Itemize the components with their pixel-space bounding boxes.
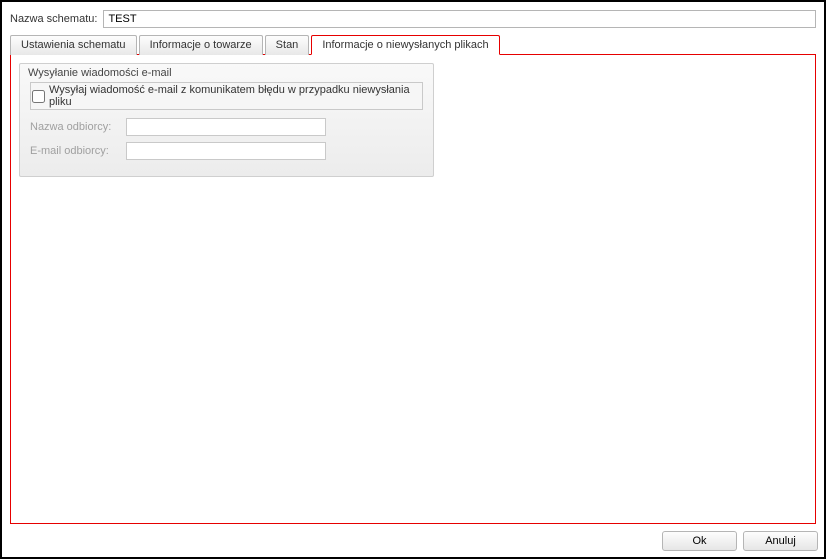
schema-name-row: Nazwa schematu: <box>10 10 816 28</box>
tabs: Ustawienia schematu Informacje o towarze… <box>10 34 816 54</box>
tab-product-info[interactable]: Informacje o towarze <box>139 35 263 55</box>
tab-status[interactable]: Stan <box>265 35 310 55</box>
send-error-email-row: Wysyłaj wiadomość e-mail z komunikatem b… <box>30 82 423 110</box>
send-error-email-label: Wysyłaj wiadomość e-mail z komunikatem b… <box>49 84 419 108</box>
tab-schema-settings[interactable]: Ustawienia schematu <box>10 35 137 55</box>
recipient-email-label: E-mail odbiorcy: <box>30 145 120 157</box>
tabs-container: Ustawienia schematu Informacje o towarze… <box>10 34 816 524</box>
tab-unsent-files-info[interactable]: Informacje o niewysłanych plikach <box>311 35 499 55</box>
footer-buttons: Ok Anuluj <box>662 531 818 551</box>
recipient-name-label: Nazwa odbiorcy: <box>30 121 120 133</box>
send-error-email-checkbox[interactable] <box>32 90 45 103</box>
schema-name-input[interactable] <box>103 10 816 28</box>
recipient-name-input[interactable] <box>126 118 326 136</box>
email-group-legend: Wysyłanie wiadomości e-mail <box>28 67 172 79</box>
recipient-name-row: Nazwa odbiorcy: <box>30 118 423 136</box>
schema-name-label: Nazwa schematu: <box>10 13 97 25</box>
cancel-button[interactable]: Anuluj <box>743 531 818 551</box>
ok-button[interactable]: Ok <box>662 531 737 551</box>
tab-content: Wysyłanie wiadomości e-mail Wysyłaj wiad… <box>10 54 816 524</box>
recipient-email-input[interactable] <box>126 142 326 160</box>
recipient-email-row: E-mail odbiorcy: <box>30 142 423 160</box>
email-sending-group: Wysyłanie wiadomości e-mail Wysyłaj wiad… <box>19 63 434 177</box>
